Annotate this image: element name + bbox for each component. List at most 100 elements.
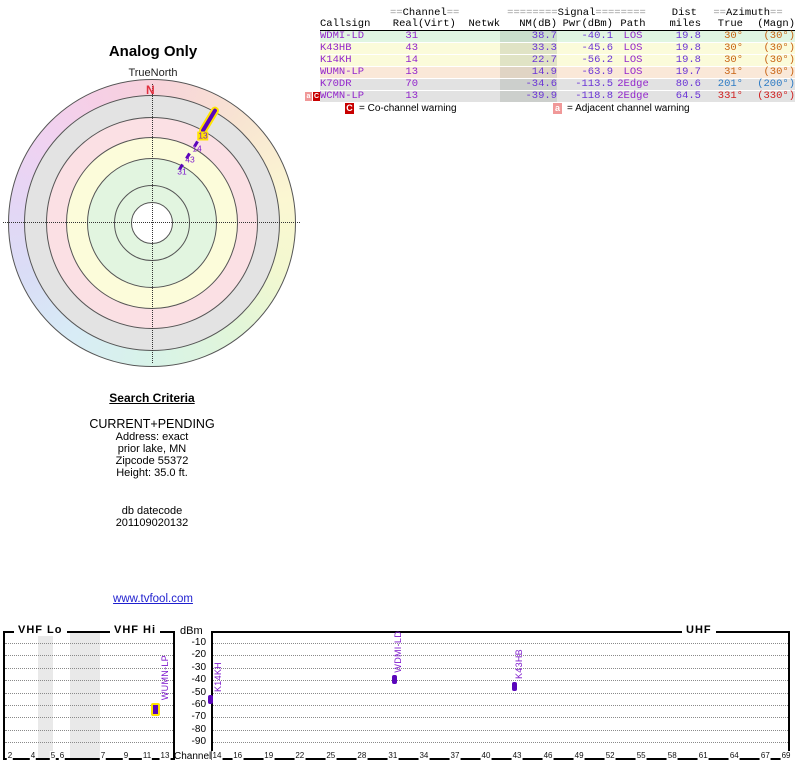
table-row-wumn-lp[interactable]: WUMN-LP 13 14.9 -63.9 LOS 19.7 31° (30°) (320, 67, 795, 78)
channel-tick-label: 67 (759, 751, 771, 760)
cell-callsign: K43HB (320, 42, 352, 54)
channel-tick-label: 13 (159, 751, 171, 760)
table-row-k43hb[interactable]: K43HB 43 33.3 -45.6 LOS 19.8 30° (30°) (320, 43, 795, 54)
signal-marker-k43hb (512, 682, 517, 692)
channel-tick-label: 7 (99, 751, 107, 760)
channel-axis-label: Channel (174, 751, 212, 762)
cell-path: LOS (623, 30, 643, 42)
cell-path: LOS (623, 42, 643, 54)
channel-tick-label: 9 (122, 751, 130, 760)
cell-callsign: WCMN-LP (320, 90, 365, 102)
cell-real: 70 (405, 78, 418, 90)
dbm-tick-label: -90 (191, 736, 206, 747)
cell-netwk (455, 31, 500, 42)
dbm-tick-label: -20 (191, 649, 206, 661)
cell-miles: 19.8 (675, 30, 701, 42)
channel-tick-label: 61 (697, 751, 709, 760)
gridline (5, 729, 173, 731)
gridline (5, 643, 173, 644)
col-header-virt: (Virt) (418, 18, 456, 30)
search-line: Address: exact (115, 431, 189, 443)
col-header-true: True (717, 18, 743, 30)
polar-channel-label-43: 43 (185, 154, 195, 165)
polar-channel-label-31: 31 (177, 166, 187, 177)
channel-tick-label: 5 (49, 751, 57, 760)
channel-tick-label: 4 (29, 751, 37, 760)
signal-table-body: WDMI-LD 31 38.7 -40.1 LOS 19.8 30° (30°) K43HB 43… (305, 31, 795, 102)
dbm-tick-label: -60 (191, 698, 206, 710)
cell-nm: 33.3 (500, 43, 557, 54)
table-row-wcmn-lp[interactable]: a C WCMN-LP 13 -39.9 -118.8 2Edge 64.5 331° (330°… (305, 90, 795, 102)
cell-miles: 19.8 (675, 42, 701, 54)
table-row-wdmi-ld[interactable]: WDMI-LD 31 38.7 -40.1 LOS 19.8 30° (30°) (320, 31, 795, 42)
legend-text: = Co-channel warning (359, 103, 457, 114)
cell-true: 30° (724, 30, 743, 42)
search-line: CURRENT+PENDING (89, 417, 215, 431)
channel-tick-label: 2 (6, 751, 14, 760)
table-row-k14kh[interactable]: K14KH 14 22.7 -56.2 LOS 19.8 30° (30°) (320, 55, 795, 66)
channel-tick-label: 46 (542, 751, 554, 760)
cell-miles: 19.7 (675, 66, 701, 78)
channel-tick-label: 6 (58, 751, 66, 760)
cell-pwr: -45.6 (581, 42, 613, 54)
cell-true: 331° (717, 90, 743, 102)
cell-nm: -34.6 (500, 79, 557, 90)
cell-callsign: WUMN-LP (320, 66, 365, 78)
cell-pwr: -63.9 (581, 66, 613, 78)
cell-callsign: WDMI-LD (320, 30, 365, 42)
dbm-tick-label: -80 (191, 723, 206, 735)
cell-path: 2Edge (617, 78, 649, 90)
polar-channel-label-13: 13 (197, 130, 209, 141)
gridline (5, 692, 173, 694)
channel-tick-label: 69 (780, 751, 792, 760)
search-line: Height: 35.0 ft. (116, 467, 188, 479)
channel-tick-label: 25 (325, 751, 337, 760)
cell-true: 201° (717, 78, 743, 90)
gridline (213, 742, 788, 743)
vhf-hi-label: VHF Hi (110, 624, 161, 636)
cell-pwr: -40.1 (581, 30, 613, 42)
north-marker: N (146, 83, 155, 97)
cell-pwr: -113.5 (575, 78, 613, 90)
cell-true: 30° (724, 54, 743, 66)
gridline (5, 704, 173, 706)
cell-real: 13 (405, 90, 418, 102)
adjacent-channel-warning-icon: a (553, 103, 562, 114)
tvfool-link[interactable]: www.tvfool.com (113, 593, 193, 605)
warning-icons: aC (305, 92, 320, 101)
cell-path: LOS (623, 54, 643, 66)
col-header-path: Path (620, 18, 646, 30)
channel-tick-label: 37 (449, 751, 461, 760)
cell-callsign: K70DR (320, 78, 352, 90)
channel-tick-label: 22 (294, 751, 306, 760)
gridline (213, 643, 788, 644)
gridline (213, 692, 788, 694)
cell-netwk (455, 67, 500, 78)
col-header-miles: miles (669, 18, 701, 30)
cell-virt (418, 31, 455, 42)
cell-virt (418, 55, 455, 66)
dbm-tick-label: -70 (191, 711, 206, 723)
cell-nm: 14.9 (500, 67, 557, 78)
dbm-tick-label: -10 (191, 637, 206, 648)
table-row-k70dr[interactable]: K70DR 70 -34.6 -113.5 2Edge 80.6 201° (200°) (320, 79, 795, 90)
uhf-label: UHF (682, 624, 716, 636)
signal-marker-wumn-lp (151, 702, 160, 716)
search-criteria: Search Criteria CURRENT+PENDING Address: … (32, 391, 272, 529)
gridline (213, 717, 788, 719)
cell-path: LOS (623, 66, 643, 78)
cell-real: 31 (405, 30, 418, 42)
channel-tick-label: 49 (573, 751, 585, 760)
cell-nm: -39.9 (500, 91, 557, 102)
gridline (5, 742, 173, 743)
gridline (5, 655, 173, 657)
cell-real: 13 (405, 66, 418, 78)
channel-tick-label: 28 (356, 751, 368, 760)
db-line: 201109020132 (115, 517, 189, 529)
search-criteria-lines: CURRENT+PENDING Address: exact prior lake,… (32, 417, 272, 479)
cell-magn: (30°) (763, 42, 795, 54)
cell-magn: (200°) (757, 78, 795, 90)
db-datecode: db datecode 201109020132 (32, 505, 272, 529)
polar-crosshair-vertical (152, 84, 153, 363)
cell-magn: (30°) (763, 66, 795, 78)
